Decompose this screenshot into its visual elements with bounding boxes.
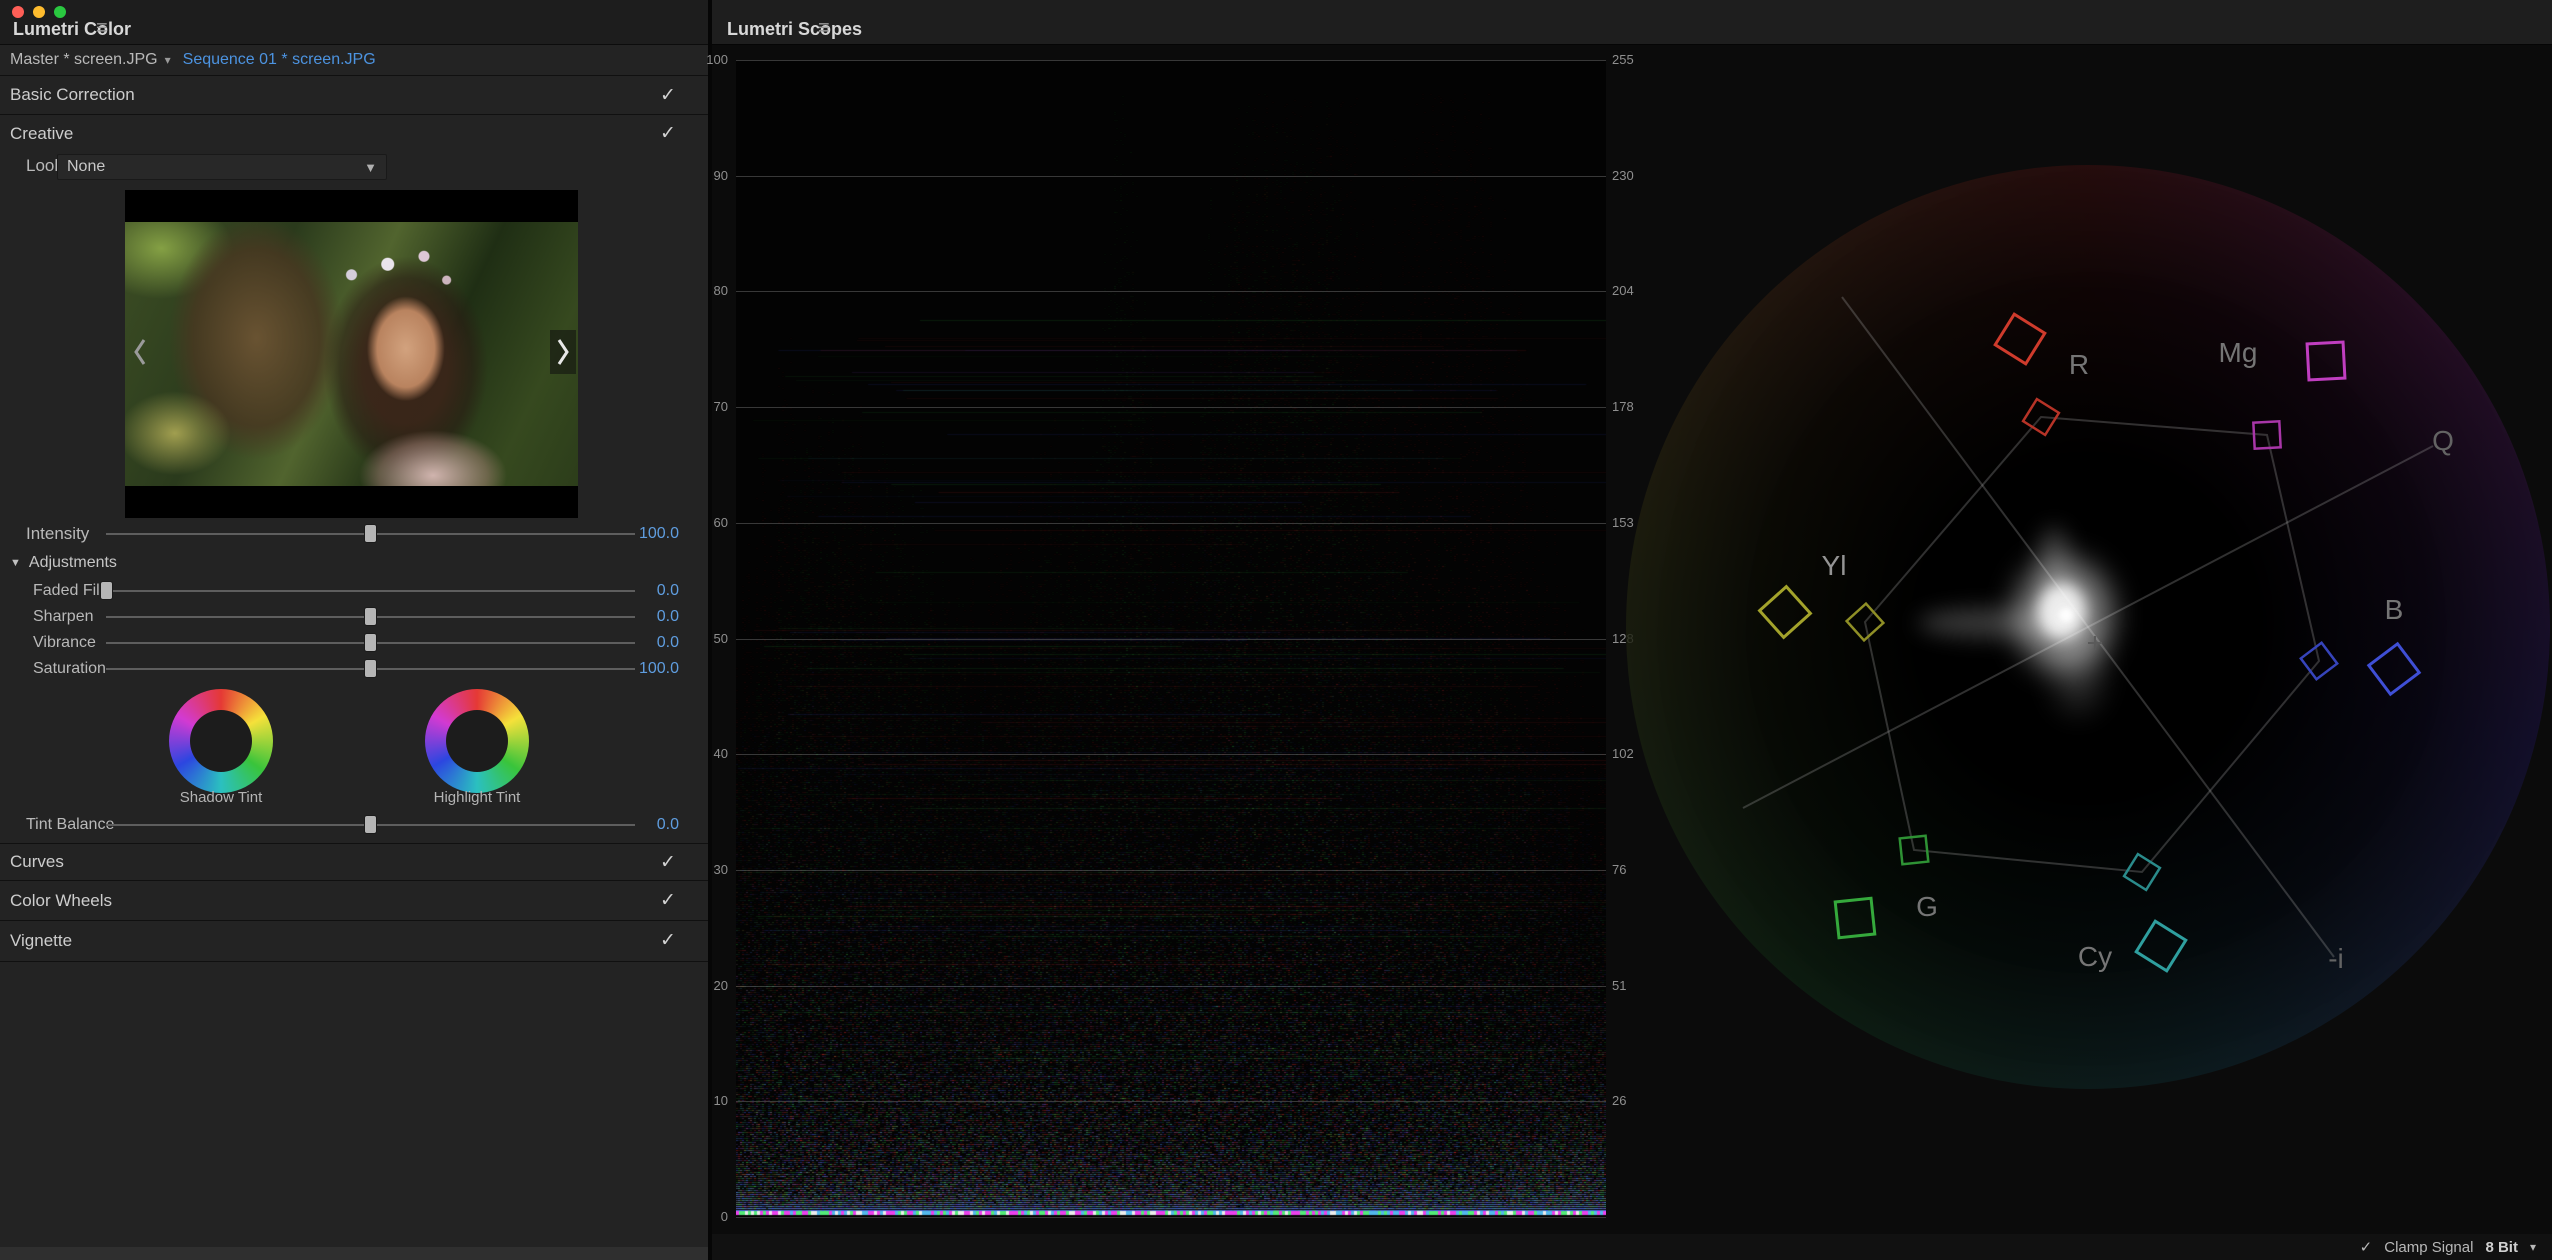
creative-label: Creative — [10, 124, 73, 144]
section-basic-correction[interactable]: Basic Correction ✓ — [0, 76, 708, 114]
scale-label: 100 — [698, 51, 728, 69]
section-curves[interactable]: Curves ✓ — [0, 844, 708, 880]
sharpen-row: Sharpen 0.0 — [0, 605, 708, 629]
adjustments-collapse-icon[interactable]: ▼ — [10, 557, 21, 569]
look-preview-image — [125, 222, 578, 486]
scale-label: 30 — [698, 861, 728, 879]
faded-film-slider-track[interactable] — [106, 590, 635, 592]
clip-selector-row: Master * screen.JPG ▾ Sequence 01 * scre… — [0, 45, 708, 75]
color-wheels-label: Color Wheels — [10, 891, 112, 911]
vectorscope-label-yl: Yl — [1822, 550, 1847, 582]
lumetri-color-panel — [0, 0, 708, 1260]
scopes-toolbar: ✓ Clamp Signal 8 Bit ▾ — [2352, 1234, 2544, 1260]
vectorscope-label-q: Q — [2432, 425, 2454, 457]
scale-label: 255 — [1612, 51, 1658, 69]
intensity-label: Intensity — [26, 524, 89, 544]
scopes-bottom-bar — [712, 1234, 2552, 1260]
shadow-tint-label: Shadow Tint — [146, 789, 296, 806]
scopes-menu-icon[interactable]: ≡ — [818, 17, 830, 40]
sharpen-slider-handle[interactable] — [365, 608, 376, 625]
vectorscope-label-b: B — [2385, 594, 2404, 626]
lumetri-scopes-title: Lumetri Scopes — [727, 19, 862, 40]
waveform-scope — [736, 60, 1606, 1217]
vectorscope-signal-blob — [1918, 527, 2112, 712]
next-look-button[interactable] — [550, 330, 576, 374]
sharpen-value[interactable]: 0.0 — [657, 608, 679, 626]
panel-menu-icon[interactable]: ≡ — [96, 17, 108, 40]
lumetri-color-title: Lumetri Color — [13, 19, 131, 40]
intensity-row: Intensity 100.0 — [0, 522, 708, 546]
vibrance-value[interactable]: 0.0 — [657, 634, 679, 652]
vignette-check-icon[interactable]: ✓ — [660, 929, 676, 952]
minimize-button[interactable] — [33, 6, 45, 18]
saturation-row: Saturation 100.0 — [0, 657, 708, 681]
scale-label: 50 — [698, 630, 728, 648]
adjustments-label: Adjustments — [29, 554, 117, 572]
vignette-label: Vignette — [10, 931, 72, 951]
look-preview — [125, 190, 578, 518]
scale-label: 80 — [698, 282, 728, 300]
vectorscope-label-g: G — [1916, 891, 1938, 923]
application-window: Lumetri Color ≡ Lumetri Scopes ≡ Master … — [0, 0, 2552, 1260]
clamp-signal-check-icon[interactable]: ✓ — [2360, 1238, 2373, 1256]
scale-label: 70 — [698, 398, 728, 416]
lumetri-scopes-header — [712, 0, 2552, 45]
look-dropdown-caret-icon: ▼ — [364, 160, 377, 175]
faded-film-row: Faded Film 0.0 — [0, 579, 708, 603]
vibrance-row: Vibrance 0.0 — [0, 631, 708, 655]
master-clip-dropdown[interactable]: Master * screen.JPG — [10, 51, 158, 69]
look-dropdown-value: None — [67, 158, 105, 176]
scale-label: 90 — [698, 167, 728, 185]
vibrance-label: Vibrance — [33, 634, 96, 652]
basic-correction-check-icon[interactable]: ✓ — [660, 84, 676, 107]
scale-label: 60 — [698, 514, 728, 532]
scale-label: 10 — [698, 1092, 728, 1110]
basic-correction-label: Basic Correction — [10, 85, 135, 105]
section-vignette[interactable]: Vignette ✓ — [0, 921, 708, 960]
vectorscope-label-neg-i: -i — [2328, 943, 2344, 975]
shadow-tint-wheel[interactable] — [169, 689, 273, 793]
scale-label: 0 — [698, 1208, 728, 1226]
clamp-signal-label[interactable]: Clamp Signal — [2384, 1239, 2473, 1256]
tint-balance-slider-handle[interactable] — [365, 816, 376, 833]
close-button[interactable] — [12, 6, 24, 18]
highlight-tint-wheel[interactable] — [425, 689, 529, 793]
master-clip-caret-icon[interactable]: ▾ — [165, 53, 171, 67]
curves-check-icon[interactable]: ✓ — [660, 851, 676, 874]
faded-film-value[interactable]: 0.0 — [657, 582, 679, 600]
bit-depth-dropdown[interactable]: 8 Bit — [2485, 1239, 2518, 1256]
adjustments-header[interactable]: ▼ Adjustments — [0, 551, 708, 575]
vectorscope-label-r: R — [2069, 349, 2089, 381]
previous-look-button[interactable] — [127, 330, 153, 374]
curves-label: Curves — [10, 852, 64, 872]
vectorscope-label-mg: Mg — [2219, 337, 2258, 369]
section-creative[interactable]: Creative ✓ — [0, 115, 708, 152]
sequence-clip-link[interactable]: Sequence 01 * screen.JPG — [183, 51, 376, 69]
saturation-value[interactable]: 100.0 — [639, 660, 679, 678]
left-panel-bottom-bar — [0, 1247, 708, 1260]
saturation-slider-handle[interactable] — [365, 660, 376, 677]
vectorscope-label-cy: Cy — [2078, 941, 2112, 973]
scale-label: 40 — [698, 745, 728, 763]
look-dropdown[interactable]: None ▼ — [57, 154, 387, 180]
intensity-slider-handle[interactable] — [365, 525, 376, 542]
scale-label: 20 — [698, 977, 728, 995]
highlight-tint-label: Highlight Tint — [402, 789, 552, 806]
saturation-label: Saturation — [33, 660, 106, 678]
creative-check-icon[interactable]: ✓ — [660, 122, 676, 145]
scale-label: 26 — [1612, 1092, 1658, 1110]
faded-film-slider-handle[interactable] — [101, 582, 112, 599]
tint-balance-row: Tint Balance 0.0 — [0, 813, 708, 837]
color-wheels-check-icon[interactable]: ✓ — [660, 889, 676, 912]
zoom-button[interactable] — [54, 6, 66, 18]
bit-depth-caret-icon[interactable]: ▾ — [2530, 1240, 2536, 1254]
tint-balance-label: Tint Balance — [26, 816, 114, 834]
vibrance-slider-handle[interactable] — [365, 634, 376, 651]
intensity-value[interactable]: 100.0 — [639, 525, 679, 543]
sharpen-label: Sharpen — [33, 608, 94, 626]
section-color-wheels[interactable]: Color Wheels ✓ — [0, 881, 708, 920]
tint-balance-value[interactable]: 0.0 — [657, 816, 679, 834]
